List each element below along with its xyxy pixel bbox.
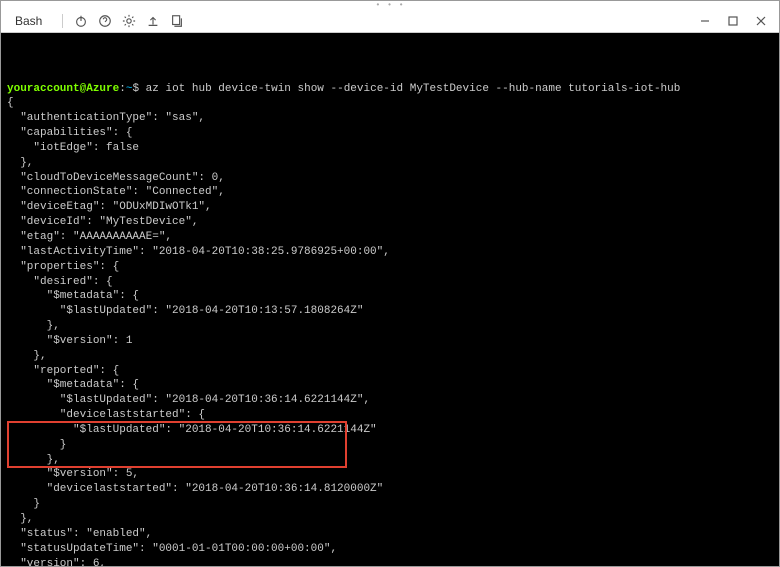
output-line: "devicelaststarted": "2018-04-20T10:36:1… — [7, 482, 773, 497]
output-line: "properties": { — [7, 260, 773, 275]
upload-icon[interactable] — [143, 11, 163, 31]
titlebar: Bash — [1, 9, 779, 33]
output-line: { — [7, 96, 773, 111]
output-line: "capabilities": { — [7, 126, 773, 141]
highlight-box — [7, 421, 347, 468]
output-line: "authenticationType": "sas", — [7, 111, 773, 126]
output-line: "lastActivityTime": "2018-04-20T10:38:25… — [7, 245, 773, 260]
output-line: "version": 6, — [7, 557, 773, 566]
new-file-icon[interactable] — [167, 11, 187, 31]
help-icon[interactable] — [95, 11, 115, 31]
terminal-window: • • • Bash — [0, 0, 780, 567]
output-line: "cloudToDeviceMessageCount": 0, — [7, 171, 773, 186]
command-text: az iot hub device-twin show --device-id … — [146, 83, 681, 95]
output-line: "deviceEtag": "ODUxMDIwOTk1", — [7, 200, 773, 215]
divider — [62, 14, 63, 28]
shell-name-label: Bash — [15, 14, 42, 28]
drag-handle[interactable]: • • • — [1, 1, 779, 9]
gear-icon[interactable] — [119, 11, 139, 31]
output-line: "$metadata": { — [7, 289, 773, 304]
power-icon[interactable] — [71, 11, 91, 31]
shell-selector[interactable]: Bash — [7, 12, 54, 30]
output-line: }, — [7, 156, 773, 171]
output-line: } — [7, 497, 773, 512]
output-line: "$lastUpdated": "2018-04-20T10:36:14.622… — [7, 393, 773, 408]
output-line: "connectionState": "Connected", — [7, 185, 773, 200]
output-line: "reported": { — [7, 364, 773, 379]
output-line: "status": "enabled", — [7, 527, 773, 542]
output-line: "$lastUpdated": "2018-04-20T10:13:57.180… — [7, 304, 773, 319]
output-line: "desired": { — [7, 275, 773, 290]
output-line: "iotEdge": false — [7, 141, 773, 156]
output-line: }, — [7, 349, 773, 364]
maximize-button[interactable] — [721, 11, 745, 31]
output-line: "statusUpdateTime": "0001-01-01T00:00:00… — [7, 542, 773, 557]
minimize-button[interactable] — [693, 11, 717, 31]
command-line: youraccount@Azure:~$ az iot hub device-t… — [7, 82, 773, 97]
output-line: "deviceId": "MyTestDevice", — [7, 215, 773, 230]
output-line: "$version": 5, — [7, 467, 773, 482]
output-line: "etag": "AAAAAAAAAAE=", — [7, 230, 773, 245]
close-button[interactable] — [749, 11, 773, 31]
output-line: }, — [7, 512, 773, 527]
prompt-user: youraccount — [7, 83, 80, 95]
output-line: "$version": 1 — [7, 334, 773, 349]
terminal-body[interactable]: youraccount@Azure:~$ az iot hub device-t… — [1, 33, 779, 566]
output-line: "$metadata": { — [7, 378, 773, 393]
output-line: }, — [7, 319, 773, 334]
prompt-host: Azure — [86, 83, 119, 95]
